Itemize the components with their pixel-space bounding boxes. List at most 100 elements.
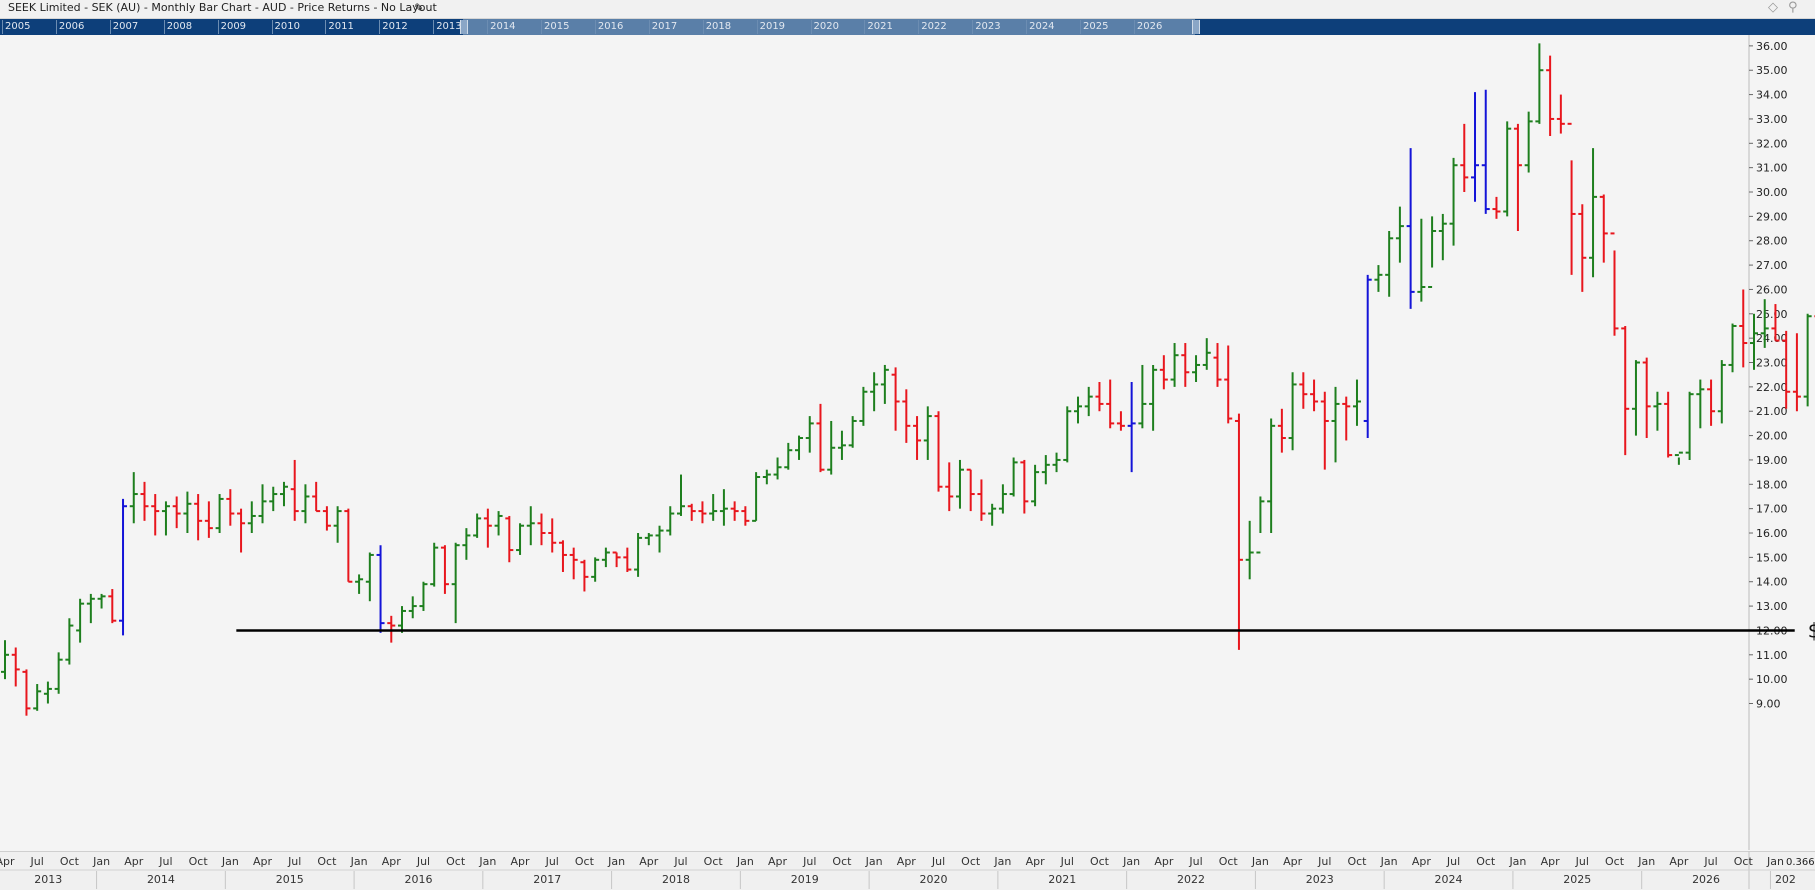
navigator-year-label[interactable]: 2016 [594, 20, 623, 34]
month-tick-label: Jan [1122, 855, 1140, 868]
ohlc-bar [998, 484, 1007, 514]
ohlc-bar [784, 442, 793, 470]
ohlc-bar [1428, 216, 1437, 289]
navigator-year-label[interactable]: 2009 [217, 20, 246, 34]
month-tick-label: Jul [1575, 855, 1589, 868]
ohlc-bar [1589, 148, 1598, 278]
year-label: 2023 [1306, 873, 1334, 886]
diamond-icon[interactable]: ◇ [1768, 0, 1778, 15]
navigator-year-label[interactable]: 2022 [918, 20, 947, 34]
ohlc-bar [816, 403, 825, 473]
month-tick-label: Jul [1188, 855, 1202, 868]
navigator-year-label[interactable]: 2011 [325, 20, 354, 34]
ohlc-bar [505, 515, 514, 563]
ohlc-bar [988, 503, 997, 526]
ohlc-bar [161, 501, 170, 536]
ohlc-bar [1513, 123, 1522, 231]
pin-icon[interactable]: ⚲ [1788, 0, 1798, 15]
month-tick-label: Oct [446, 855, 466, 868]
date-range-navigator[interactable]: 2005 2006 2007 2008 2009 2010 2011 2012 2013 2014… [0, 19, 1815, 35]
ohlc-bar [569, 547, 578, 580]
ohlc-bar [601, 547, 610, 568]
navigator-year-label[interactable]: 2014 [487, 20, 516, 34]
ohlc-bar [955, 459, 964, 509]
navigator-year-label[interactable]: 2021 [864, 20, 893, 34]
navigator-year-label[interactable]: 2024 [1026, 20, 1055, 34]
navigator-year-label[interactable]: 2023 [972, 20, 1001, 34]
ohlc-bar [1621, 325, 1630, 456]
ohlc-bar [1728, 323, 1737, 373]
navigator-year-label[interactable]: 2025 [1080, 20, 1108, 34]
year-label: 2018 [662, 873, 690, 886]
month-tick-label: Oct [1605, 855, 1625, 868]
ohlc-bar [1717, 360, 1726, 424]
price-tick-label: 20.00 [1756, 430, 1788, 443]
ohlc-bar [247, 501, 256, 534]
month-tick-label: Jul [802, 855, 816, 868]
month-tick-label: Jan [350, 855, 368, 868]
ohlc-bar [1170, 343, 1179, 387]
month-tick-label: Apr [1283, 855, 1303, 868]
navigator-year-label[interactable]: 2020 [810, 20, 839, 34]
month-tick-label: Oct [1734, 855, 1754, 868]
ohlc-bar [1149, 364, 1158, 431]
ohlc-bar [1374, 265, 1383, 292]
ohlc-bar [355, 574, 364, 594]
pencil-icon[interactable]: ✎ [414, 1, 424, 15]
ohlc-bar [1127, 382, 1136, 473]
ohlc-bar [687, 503, 696, 521]
navigator-year-label[interactable]: 2007 [109, 20, 138, 34]
price-tick-label: 29.00 [1756, 210, 1788, 223]
year-label: 2021 [1048, 873, 1076, 886]
month-tick-label: Apr [1412, 855, 1432, 868]
navigator-year-label[interactable]: 2005 [2, 20, 30, 34]
ohlc-bar [1406, 148, 1415, 309]
navigator-year-label[interactable]: 2010 [271, 20, 300, 34]
ohlc-bar [365, 552, 374, 602]
ohlc-bar [1599, 194, 1608, 263]
ohlc-bar [1524, 111, 1533, 173]
ohlc-bar [451, 542, 460, 624]
ohlc-bar [1492, 196, 1501, 219]
ohlc-bar [301, 484, 310, 524]
price-tick-label: 30.00 [1756, 186, 1788, 199]
ohlc-bar [1224, 345, 1233, 424]
price-tick-label: 35.00 [1756, 64, 1788, 77]
ohlc-bar [376, 545, 385, 633]
plot-area[interactable]: 9.0010.0011.0012.0013.0014.0015.0016.001… [0, 35, 1815, 850]
navigator-year-label[interactable]: 2026 [1133, 20, 1162, 34]
ohlc-bar [1181, 343, 1190, 387]
navigator-year-label[interactable]: 2015 [541, 20, 569, 34]
month-tick-label: Jan [993, 855, 1011, 868]
navigator-year-label[interactable]: 2012 [379, 20, 408, 34]
month-tick-label: Jul [416, 855, 430, 868]
ohlc-bar [119, 498, 128, 636]
navigator-year-label[interactable]: 2018 [702, 20, 731, 34]
navigator-year-label[interactable]: 2017 [648, 20, 677, 34]
navigator-year-label[interactable]: 2013 [433, 20, 462, 34]
ohlc-bar [22, 669, 31, 716]
ohlc-bar [204, 501, 213, 538]
ohlc-bar [1578, 204, 1587, 292]
ohlc-bar [86, 593, 95, 624]
price-tick-label: 14.00 [1756, 576, 1788, 589]
ohlc-bar [698, 501, 707, 524]
ohlc-bar [1385, 230, 1394, 297]
ohlc-bar [1352, 379, 1361, 426]
navigator-year-label[interactable]: 2019 [756, 20, 785, 34]
month-tick-label: Apr [639, 855, 659, 868]
month-tick-label: Jan [865, 855, 883, 868]
ohlc-bar [1792, 333, 1801, 412]
month-tick-label: Jul [30, 855, 44, 868]
navigator-right-handle[interactable] [1191, 20, 1200, 34]
ohlc-bar [1202, 338, 1211, 370]
ohlc-bar [430, 542, 439, 587]
ohlc-bar [526, 506, 535, 546]
ohlc-bar [655, 525, 664, 553]
ohlc-bar [1009, 457, 1018, 497]
month-tick-label: Jul [287, 855, 301, 868]
ohlc-bar [215, 494, 224, 534]
ohlc-bar [516, 523, 525, 555]
navigator-year-label[interactable]: 2008 [163, 20, 192, 34]
navigator-year-label[interactable]: 2006 [55, 20, 84, 34]
